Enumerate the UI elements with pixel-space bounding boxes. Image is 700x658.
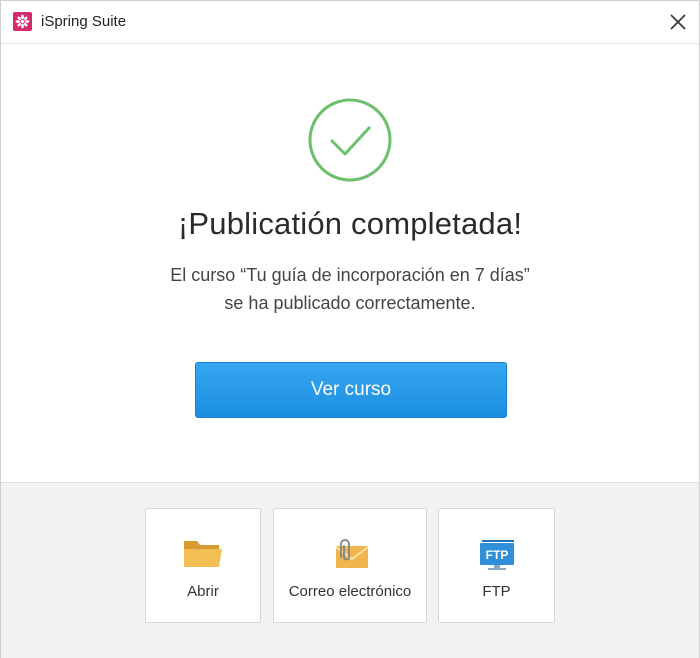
folder-icon <box>182 537 224 574</box>
ftp-icon-text: FTP <box>485 548 508 562</box>
checkmark-circle-icon <box>307 97 393 183</box>
open-folder-button[interactable]: Abrir <box>145 508 261 623</box>
publish-message: El curso “Tu guía de incorporación en 7 … <box>1 261 699 317</box>
email-label: Correo electrónico <box>288 583 412 600</box>
share-options: Abrir Correo electrónico FTP FTP <box>1 482 699 658</box>
email-attachment-icon <box>330 537 370 574</box>
publish-dialog: iSpring Suite ¡Publicatión completada! E… <box>0 0 700 658</box>
title-bar: iSpring Suite <box>1 1 699 44</box>
email-button[interactable]: Correo electrónico <box>273 508 427 623</box>
main-panel: ¡Publicatión completada! El curso “Tu gu… <box>1 44 699 482</box>
close-button[interactable] <box>667 11 689 33</box>
ftp-label: FTP <box>482 583 511 600</box>
message-line-1: El curso “Tu guía de incorporación en 7 … <box>170 265 530 285</box>
ftp-icon: FTP <box>477 537 517 576</box>
ftp-button[interactable]: FTP FTP <box>438 508 555 623</box>
open-label: Abrir <box>187 583 219 600</box>
view-course-button[interactable]: Ver curso <box>195 362 507 418</box>
headline: ¡Publicatión completada! <box>177 206 523 241</box>
ispring-logo-icon <box>13 12 32 31</box>
window-title: iSpring Suite <box>41 13 127 30</box>
close-icon <box>670 14 686 30</box>
message-line-2: se ha publicado correctamente. <box>224 293 476 313</box>
